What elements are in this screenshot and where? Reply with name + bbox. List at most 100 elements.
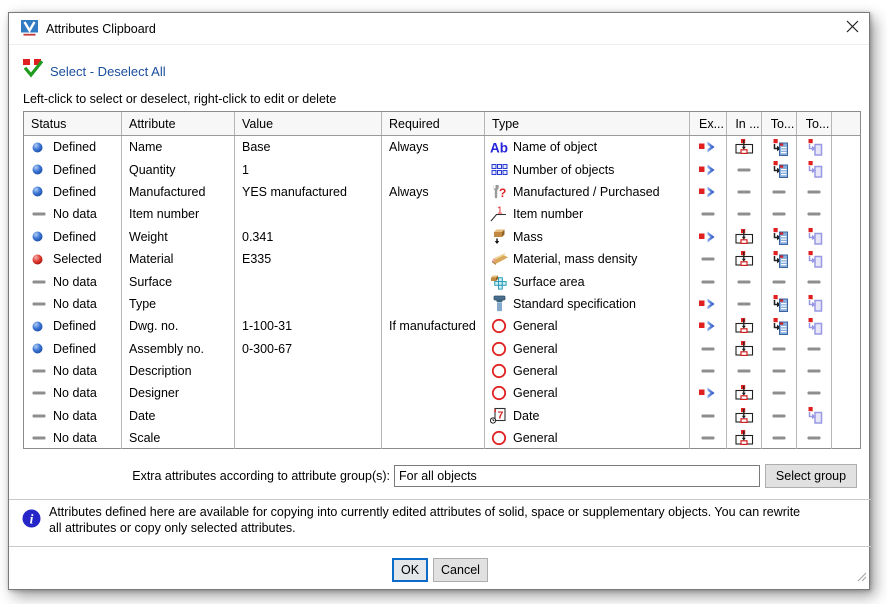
dash-icon[interactable]: [690, 248, 727, 270]
type-label: Mass: [513, 230, 543, 244]
dash-icon[interactable]: [727, 203, 762, 225]
dash-icon[interactable]: [762, 181, 797, 203]
to-object-icon[interactable]: [797, 293, 832, 315]
export-arrow-icon[interactable]: [690, 226, 727, 248]
dash-icon[interactable]: [797, 203, 832, 225]
cancel-button[interactable]: Cancel: [433, 558, 488, 582]
dash-icon[interactable]: [797, 270, 832, 292]
dot-blue-icon: [32, 321, 46, 332]
status-label: No data: [53, 431, 97, 445]
to-list-icon[interactable]: [762, 248, 797, 270]
import-box-icon[interactable]: [727, 136, 762, 158]
dash-icon[interactable]: [690, 427, 727, 449]
dash-icon[interactable]: [727, 270, 762, 292]
to-object-icon[interactable]: [797, 315, 832, 337]
to-list-icon[interactable]: [762, 136, 797, 158]
import-box-icon[interactable]: [727, 338, 762, 360]
dash-icon[interactable]: [762, 338, 797, 360]
dash-icon[interactable]: [797, 360, 832, 382]
to-list-icon[interactable]: [762, 293, 797, 315]
svg-text:7: 7: [498, 410, 504, 422]
export-arrow-icon[interactable]: [690, 382, 727, 404]
required-label: [382, 427, 485, 449]
table-row[interactable]: No data Type Standard specification: [24, 293, 860, 315]
dash-icon[interactable]: [762, 427, 797, 449]
status-label: No data: [53, 364, 97, 378]
to-object-icon[interactable]: [797, 136, 832, 158]
to-object-icon[interactable]: [797, 226, 832, 248]
table-row[interactable]: Selected Material E335 Material, mass de…: [24, 248, 860, 270]
select-deselect-all[interactable]: Select - Deselect All: [23, 59, 166, 83]
import-box-icon[interactable]: [727, 427, 762, 449]
dash-icon[interactable]: [762, 270, 797, 292]
table-row[interactable]: Defined Assembly no. 0-300-67 General: [24, 338, 860, 360]
required-label: [382, 158, 485, 180]
col-to-object: To...: [797, 112, 832, 135]
dash-icon[interactable]: [797, 382, 832, 404]
attribute-name: Designer: [122, 382, 235, 404]
dash-icon[interactable]: [690, 405, 727, 427]
export-arrow-icon[interactable]: [690, 181, 727, 203]
extra-attributes-row: Extra attributes according to attribute …: [9, 464, 871, 488]
required-label: Always: [382, 136, 485, 158]
dash-icon[interactable]: [762, 360, 797, 382]
attribute-name: Description: [122, 360, 235, 382]
dash-icon[interactable]: [797, 427, 832, 449]
table-row[interactable]: No data Scale General: [24, 427, 860, 449]
dash-icon[interactable]: [690, 360, 727, 382]
status-label: Defined: [53, 140, 96, 154]
attribute-value: [235, 360, 382, 382]
divider-top: [9, 499, 871, 500]
to-object-icon[interactable]: [797, 405, 832, 427]
table-row[interactable]: No data Date 7Date: [24, 405, 860, 427]
to-list-icon[interactable]: [762, 226, 797, 248]
to-object-icon[interactable]: [797, 158, 832, 180]
table-row[interactable]: Defined Weight 0.341 Mass: [24, 226, 860, 248]
table-row[interactable]: Defined Dwg. no. 1-100-31 If manufacture…: [24, 315, 860, 337]
status-label: No data: [53, 409, 97, 423]
status-label: Selected: [53, 252, 102, 266]
dash-icon[interactable]: [690, 270, 727, 292]
dash-icon[interactable]: [762, 382, 797, 404]
dash-icon[interactable]: [762, 203, 797, 225]
attribute-group-input[interactable]: [394, 465, 760, 487]
table-row[interactable]: Defined Manufactured YES manufactured Al…: [24, 181, 860, 203]
export-arrow-icon[interactable]: [690, 136, 727, 158]
export-arrow-icon[interactable]: [690, 315, 727, 337]
dash-icon[interactable]: [797, 338, 832, 360]
grid-icon: [489, 163, 509, 176]
table-row[interactable]: No data Designer General: [24, 382, 860, 404]
dash-icon[interactable]: [727, 181, 762, 203]
type-label: Number of objects: [513, 163, 614, 177]
dash-icon[interactable]: [727, 293, 762, 315]
dash-icon[interactable]: [727, 360, 762, 382]
import-box-icon[interactable]: [727, 315, 762, 337]
table-row[interactable]: No data Surface Surface area: [24, 270, 860, 292]
select-group-button[interactable]: Select group: [765, 464, 857, 488]
import-box-icon[interactable]: [727, 382, 762, 404]
export-arrow-icon[interactable]: [690, 158, 727, 180]
to-list-icon[interactable]: [762, 315, 797, 337]
table-row[interactable]: Defined Quantity 1 Number of objects: [24, 158, 860, 180]
required-label: [382, 360, 485, 382]
import-box-icon[interactable]: [727, 248, 762, 270]
resize-grip[interactable]: [855, 569, 867, 587]
table-row[interactable]: Defined Name Base Always AbName of objec…: [24, 136, 860, 158]
export-arrow-icon[interactable]: [690, 293, 727, 315]
attribute-name: Manufactured: [122, 181, 235, 203]
to-list-icon[interactable]: [762, 158, 797, 180]
to-object-icon[interactable]: [797, 248, 832, 270]
dash-icon[interactable]: [690, 203, 727, 225]
ok-button[interactable]: OK: [392, 558, 428, 582]
dash-icon[interactable]: [690, 338, 727, 360]
dash-icon[interactable]: [762, 405, 797, 427]
dash-icon[interactable]: [797, 181, 832, 203]
table-row[interactable]: No data Item number 1Item number: [24, 203, 860, 225]
close-button[interactable]: [835, 14, 869, 44]
type-label: Item number: [513, 207, 583, 221]
dash-icon[interactable]: [727, 158, 762, 180]
table-row[interactable]: No data Description General: [24, 360, 860, 382]
import-box-icon[interactable]: [727, 405, 762, 427]
import-box-icon[interactable]: [727, 226, 762, 248]
dash-icon: [32, 435, 46, 441]
